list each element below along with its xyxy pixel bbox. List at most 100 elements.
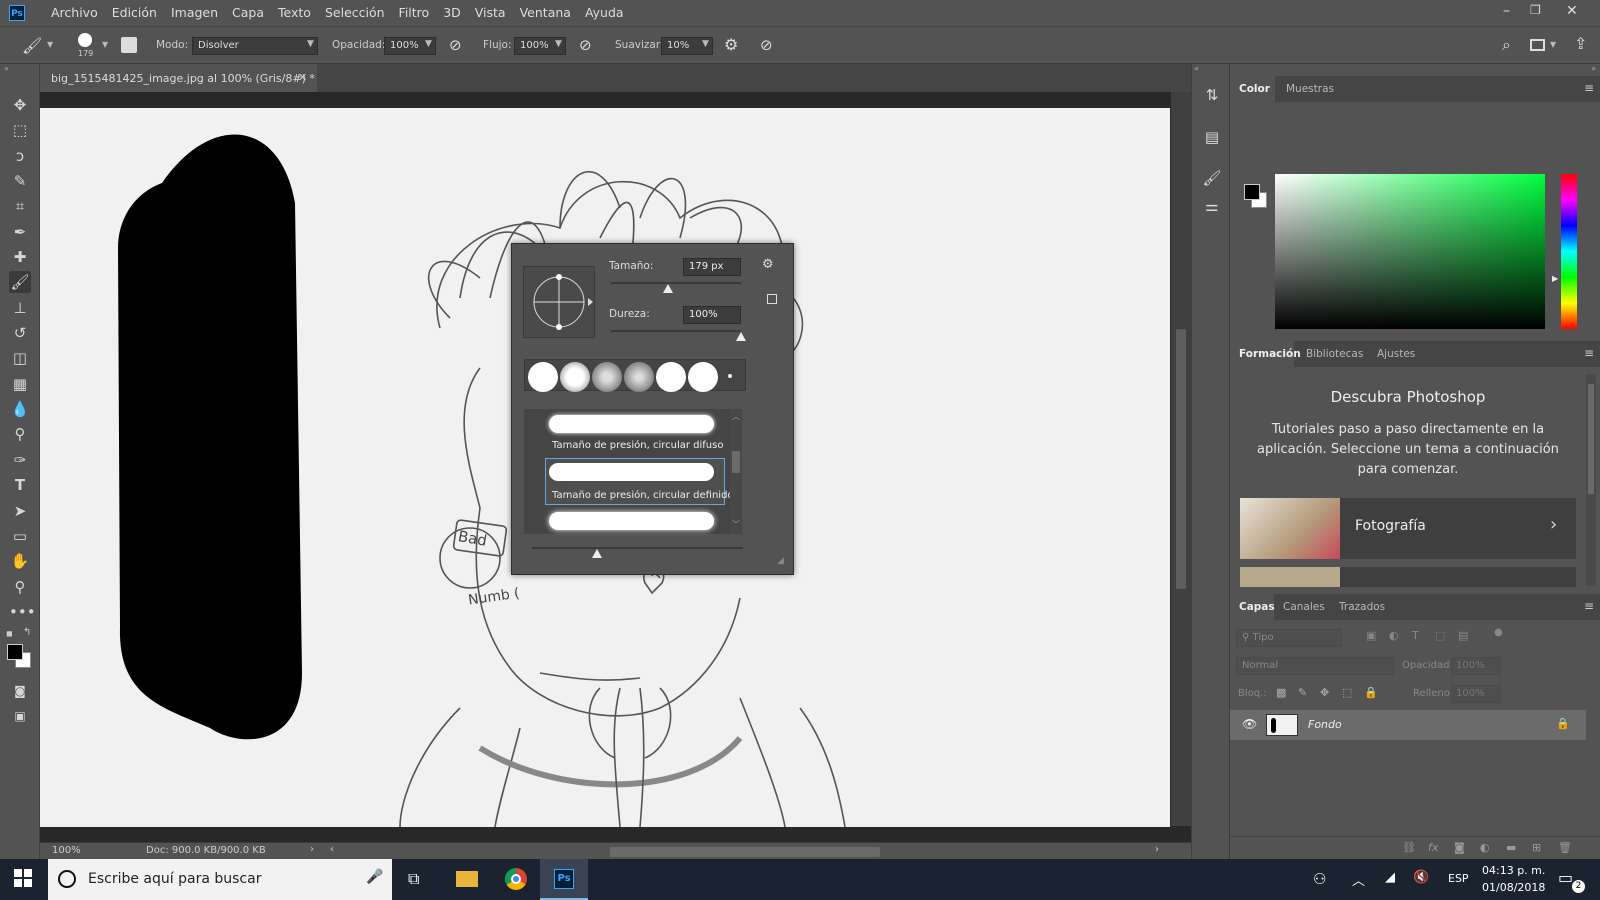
brush-angle-preview[interactable] [523,266,595,338]
learn-scrollbar[interactable] [1586,374,1596,586]
color-foreground-swatch[interactable] [1244,184,1260,200]
visibility-eye-icon[interactable]: 👁 [1242,717,1257,731]
tab-trazados[interactable]: Trazados [1339,601,1385,613]
menu-capa[interactable]: Capa [232,5,264,20]
brush-preset-item[interactable]: Tamaño de presión, circular difuso [524,409,724,457]
collapse-dock-icon[interactable]: « [1194,64,1199,73]
hardness-slider-thumb[interactable] [736,332,746,341]
hand-tool-icon[interactable]: ✋ [9,550,31,572]
blur-tool-icon[interactable]: 💧 [9,398,31,420]
lock-pixels-icon[interactable]: ✎ [1298,686,1307,699]
tab-canales[interactable]: Canales [1283,601,1325,613]
pressure-opacity-icon[interactable]: ⊘ [449,36,462,54]
vertical-scrollbar[interactable] [1171,92,1191,826]
mode-chevron-icon[interactable]: ▼ [307,39,314,49]
restore-icon[interactable]: ❐ [1530,3,1541,17]
link-layers-icon[interactable]: ⛓ [1402,841,1416,854]
share-icon[interactable]: ⇪ [1574,34,1587,53]
brush-panel-toggle-icon[interactable] [121,37,137,53]
clock-time[interactable]: 04:13 p. m. [1482,864,1545,877]
action-center-icon[interactable]: ▭ [1558,868,1573,887]
chrome-icon[interactable] [505,868,527,890]
filter-toggle-icon[interactable]: ● [1494,627,1503,638]
brush-tool-icon[interactable]: 🖌 [9,271,31,293]
brush-preset-item-selected[interactable]: Tamaño de presión, circular definido [545,458,734,505]
tab-capas[interactable]: Capas [1239,601,1275,613]
lock-artboard-icon[interactable]: ⬚ [1342,686,1352,699]
document-tab[interactable]: big_1515481425_image.jpg al 100% (Gris/8… [40,64,317,92]
tool-preset-chevron-icon[interactable]: ▼ [47,40,53,49]
smoothing-chevron-icon[interactable]: ▼ [702,39,709,49]
minimize-icon[interactable]: – [1503,3,1510,19]
new-group-icon[interactable]: ▬ [1506,841,1516,854]
hue-pointer-icon[interactable]: ▶ [1552,274,1558,283]
status-arrow-icon[interactable]: › [310,844,314,855]
new-preset-icon[interactable] [767,294,777,304]
color-picker-field[interactable] [1275,174,1545,329]
layer-lock-icon[interactable]: 🔒 [1556,717,1570,730]
microphone-icon[interactable]: 🎤 [366,869,383,885]
tab-ajustes[interactable]: Ajustes [1377,348,1415,360]
vertical-scroll-thumb[interactable] [1176,329,1186,589]
tab-bibliotecas[interactable]: Bibliotecas [1306,348,1363,360]
eraser-tool-icon[interactable]: ◫ [9,347,31,369]
preview-size-slider[interactable] [532,547,743,558]
screen-mode-icon[interactable]: ▣ [9,705,31,727]
language-indicator[interactable]: ESP [1448,872,1469,885]
workspace-icon[interactable] [1530,39,1545,51]
layer-name[interactable]: Fondo [1308,718,1342,731]
more-tools-icon[interactable]: ••• [9,601,36,623]
menu-edicion[interactable]: Edición [112,5,157,20]
zoom-tool-icon[interactable]: ⚲ [9,576,31,598]
photoshop-taskbar-button[interactable]: Ps [540,859,588,900]
task-view-icon[interactable]: ⧉ [408,869,419,889]
recent-brush-6[interactable] [688,362,718,392]
expand-panels-icon[interactable]: » [1591,64,1596,73]
quick-selection-tool-icon[interactable]: ✎ [9,170,31,192]
opacity-chevron-icon[interactable]: ▼ [425,39,432,49]
windows-start-icon[interactable] [14,869,32,887]
close-icon[interactable]: ✕ [1566,3,1578,19]
brush-list-scroll-thumb[interactable] [732,451,740,473]
new-layer-icon[interactable]: ⊞ [1532,841,1541,854]
layers-panel-menu-icon[interactable]: ≡ [1584,599,1594,613]
history-brush-tool-icon[interactable]: ↺ [9,322,31,344]
scroll-left-icon[interactable]: ‹ [330,844,334,855]
delete-layer-icon[interactable]: 🗑 [1558,841,1572,854]
gradient-tool-icon[interactable]: ▦ [9,373,31,395]
size-field[interactable]: 179 px [683,258,741,276]
lasso-tool-icon[interactable]: ↄ [9,145,31,167]
doc-size-info[interactable]: Doc: 900.0 KB/900.0 KB [146,845,266,856]
recent-brush-5[interactable] [656,362,686,392]
volume-muted-icon[interactable]: 🔇 [1413,870,1429,885]
brush-picker-chevron-icon[interactable]: ▼ [102,40,108,49]
move-tool-icon[interactable]: ✥ [9,94,31,116]
size-slider-thumb[interactable] [663,284,674,293]
lock-all-icon[interactable]: 🔒 [1364,686,1378,699]
brush-settings-panel-icon[interactable]: 🖌 [1202,169,1222,189]
brush-stroke-preview[interactable] [549,512,714,530]
brush-tool-icon[interactable]: 🖌 [22,36,42,55]
collapse-toolbar-icon[interactable]: » [4,64,9,73]
filter-type-icon[interactable]: T [1412,629,1419,642]
pen-tool-icon[interactable]: ✑ [9,449,31,471]
tab-color[interactable]: Color [1239,83,1270,95]
dodge-tool-icon[interactable]: ⚲ [9,423,31,445]
rectangle-tool-icon[interactable]: ▭ [9,525,31,547]
tab-muestras[interactable]: Muestras [1286,83,1334,95]
chevron-right-icon[interactable]: › [1550,514,1557,535]
photoshop-logo-icon[interactable]: Ps [9,4,25,21]
menu-archivo[interactable]: Archivo [51,5,98,20]
filter-smart-object-icon[interactable]: ▤ [1458,629,1468,642]
workspace-chevron-icon[interactable]: ▼ [1550,40,1556,49]
preview-size-thumb[interactable] [592,549,602,558]
layer-opacity-field[interactable]: 100% [1451,657,1501,675]
recent-brush-2[interactable] [560,362,590,392]
eyedropper-tool-icon[interactable]: ✒ [9,221,31,243]
taskbar-search-box[interactable]: Escribe aquí para buscar 🎤 [48,859,392,900]
size-slider[interactable] [611,282,741,293]
blend-mode-select[interactable]: Normal [1236,657,1394,675]
color-panel-menu-icon[interactable]: ≡ [1584,81,1594,95]
show-hidden-icons[interactable]: ︿ [1352,870,1365,889]
adjustment-layer-icon[interactable]: ◐ [1480,841,1490,854]
